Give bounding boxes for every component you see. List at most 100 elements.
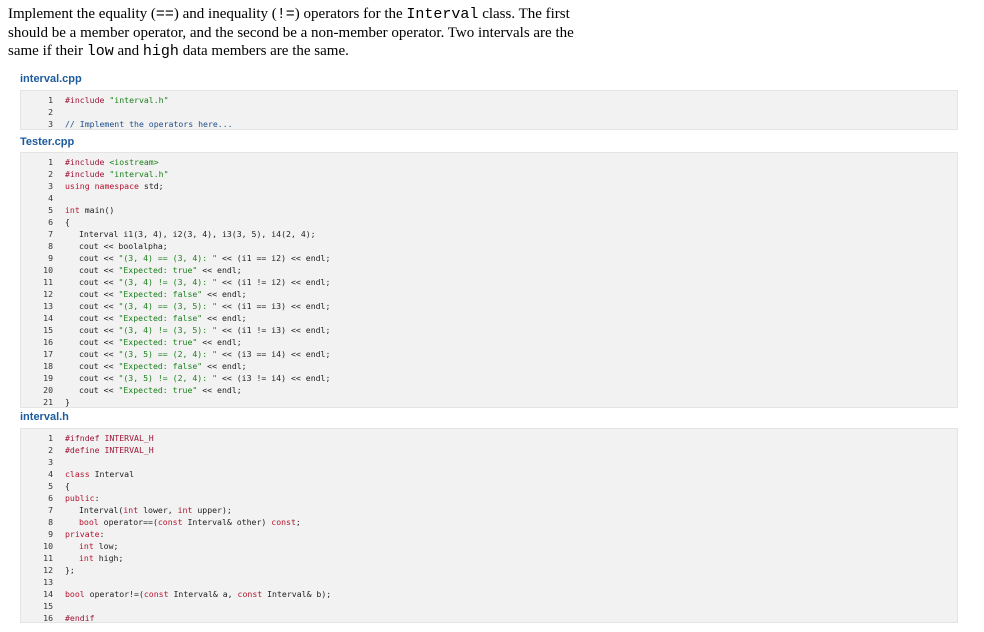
- code-text: #include <iostream>: [65, 157, 159, 167]
- code-editor-interval-h[interactable]: 1 #ifndef INTERVAL_H 2 #define INTERVAL_H 3 4…: [20, 428, 958, 623]
- code-text: using namespace std;: [65, 181, 164, 191]
- code-line: 11 int high;: [21, 552, 957, 564]
- code-line: 15: [21, 600, 957, 612]
- line-number: 15: [43, 601, 53, 611]
- line-number: 10: [43, 541, 53, 551]
- file-title-interval-h: interval.h: [20, 411, 69, 423]
- code-line: 2 #include "interval.h": [21, 168, 957, 180]
- code-line: 1 #include <iostream>: [21, 156, 957, 168]
- code-line: 3 // Implement the operators here...: [21, 118, 957, 130]
- line-number: 7: [48, 505, 53, 515]
- code-line: 18 cout << "Expected: false" << endl;: [21, 360, 957, 372]
- line-number: 5: [48, 481, 53, 491]
- code-text: cout << "Expected: false" << endl;: [79, 313, 247, 323]
- code-text: #ifndef INTERVAL_H: [65, 433, 154, 443]
- line-number: 3: [48, 181, 53, 191]
- code-text: cout << "Expected: false" << endl;: [79, 361, 247, 371]
- code-line: 2: [21, 106, 957, 118]
- line-number: 16: [43, 337, 53, 347]
- line-number: 18: [43, 361, 53, 371]
- line-number: 10: [43, 265, 53, 275]
- equality-operator: ==: [155, 6, 174, 23]
- line-number: 21: [43, 397, 53, 407]
- line-number: 2: [48, 445, 53, 455]
- code-line: 1 #ifndef INTERVAL_H: [21, 432, 957, 444]
- line-number: 6: [48, 217, 53, 227]
- code-text: int low;: [79, 541, 119, 551]
- line-number: 15: [43, 325, 53, 335]
- problem-statement: Implement the equality (==) and inequali…: [8, 5, 608, 61]
- code-line: 9 private:: [21, 528, 957, 540]
- line-number: 2: [48, 169, 53, 179]
- line-number: 1: [48, 157, 53, 167]
- line-number: 3: [48, 457, 53, 467]
- code-line: 10 cout << "Expected: true" << endl;: [21, 264, 957, 276]
- code-text: int high;: [79, 553, 124, 563]
- prompt-text-2: ) and inequality (: [173, 6, 277, 22]
- line-number: 11: [43, 553, 53, 563]
- code-text: cout << "(3, 5) == (2, 4): " << (i3 == i…: [79, 349, 331, 359]
- line-number: 4: [48, 469, 53, 479]
- code-text: private:: [65, 529, 105, 539]
- code-text: class Interval: [65, 469, 135, 479]
- code-text: cout << "Expected: true" << endl;: [79, 265, 242, 275]
- code-line: 5{: [21, 480, 957, 492]
- code-text: int main(): [65, 205, 115, 215]
- code-line: 3: [21, 456, 957, 468]
- code-line: 10 int low;: [21, 540, 957, 552]
- line-number: 20: [43, 385, 53, 395]
- code-line: 13: [21, 576, 957, 588]
- line-number: 7: [48, 229, 53, 239]
- line-number: 6: [48, 493, 53, 503]
- inequality-operator: !=: [276, 6, 295, 23]
- code-text: cout << "(3, 4) != (3, 4): " << (i1 != i…: [79, 277, 331, 287]
- line-number: 1: [48, 95, 53, 105]
- code-line: 3 using namespace std;: [21, 180, 957, 192]
- code-text: #define INTERVAL_H: [65, 445, 154, 455]
- code-line: 16 #endif: [21, 612, 957, 624]
- code-line: 14 bool operator!=(const Interval& a, con…: [21, 588, 957, 600]
- code-line: 13 cout << "(3, 4) == (3, 5): " << (i1 ==…: [21, 300, 957, 312]
- code-line: 6 public:: [21, 492, 957, 504]
- line-number: 5: [48, 205, 53, 215]
- code-editor-interval-cpp[interactable]: 1 #include "interval.h" 2 3 // Implement the…: [20, 90, 958, 130]
- line-number: 8: [48, 241, 53, 251]
- code-line: 8 bool operator==(const Interval& other) …: [21, 516, 957, 528]
- line-number: 3: [48, 119, 53, 129]
- line-number: 13: [43, 577, 53, 587]
- code-text: cout << "Expected: true" << endl;: [79, 337, 242, 347]
- line-number: 9: [48, 253, 53, 263]
- code-text: {: [65, 217, 70, 227]
- code-line: 17 cout << "(3, 5) == (2, 4): " << (i3 ==…: [21, 348, 957, 360]
- line-number: 8: [48, 517, 53, 527]
- line-number: 1: [48, 433, 53, 443]
- code-text: // Implement the operators here...: [65, 119, 233, 129]
- line-number: 14: [43, 313, 53, 323]
- code-text: Interval i1(3, 4), i2(3, 4), i3(3, 5), i…: [79, 229, 316, 239]
- prompt-text-6: data members are the same.: [178, 43, 349, 59]
- code-editor-tester-cpp[interactable]: 1 #include <iostream> 2 #include "interval.…: [20, 152, 958, 408]
- code-line: 1 #include "interval.h": [21, 94, 957, 106]
- prompt-text-3: ) operators for the: [294, 6, 407, 22]
- prompt-text-5: and: [113, 43, 143, 59]
- file-title-interval-cpp: interval.cpp: [20, 73, 82, 85]
- code-line: 6{: [21, 216, 957, 228]
- line-number: 12: [43, 289, 53, 299]
- code-line: 14 cout << "Expected: false" << endl;: [21, 312, 957, 324]
- code-text: #include "interval.h": [65, 95, 169, 105]
- code-text: cout << "Expected: false" << endl;: [79, 289, 247, 299]
- code-line: 8 cout << boolalpha;: [21, 240, 957, 252]
- code-text: };: [65, 565, 75, 575]
- code-text: #endif: [65, 613, 95, 623]
- code-line: 4: [21, 192, 957, 204]
- code-line: 4 class Interval: [21, 468, 957, 480]
- line-number: 13: [43, 301, 53, 311]
- code-line: 9 cout << "(3, 4) == (3, 4): " << (i1 == …: [21, 252, 957, 264]
- code-text: cout << "(3, 4) != (3, 5): " << (i1 != i…: [79, 325, 331, 335]
- code-text: cout << "(3, 4) == (3, 4): " << (i1 == i…: [79, 253, 331, 263]
- code-text: Interval(int lower, int upper);: [79, 505, 232, 515]
- code-line: 21}: [21, 396, 957, 408]
- line-number: 16: [43, 613, 53, 623]
- line-number: 12: [43, 565, 53, 575]
- code-line: 15 cout << "(3, 4) != (3, 5): " << (i1 !=…: [21, 324, 957, 336]
